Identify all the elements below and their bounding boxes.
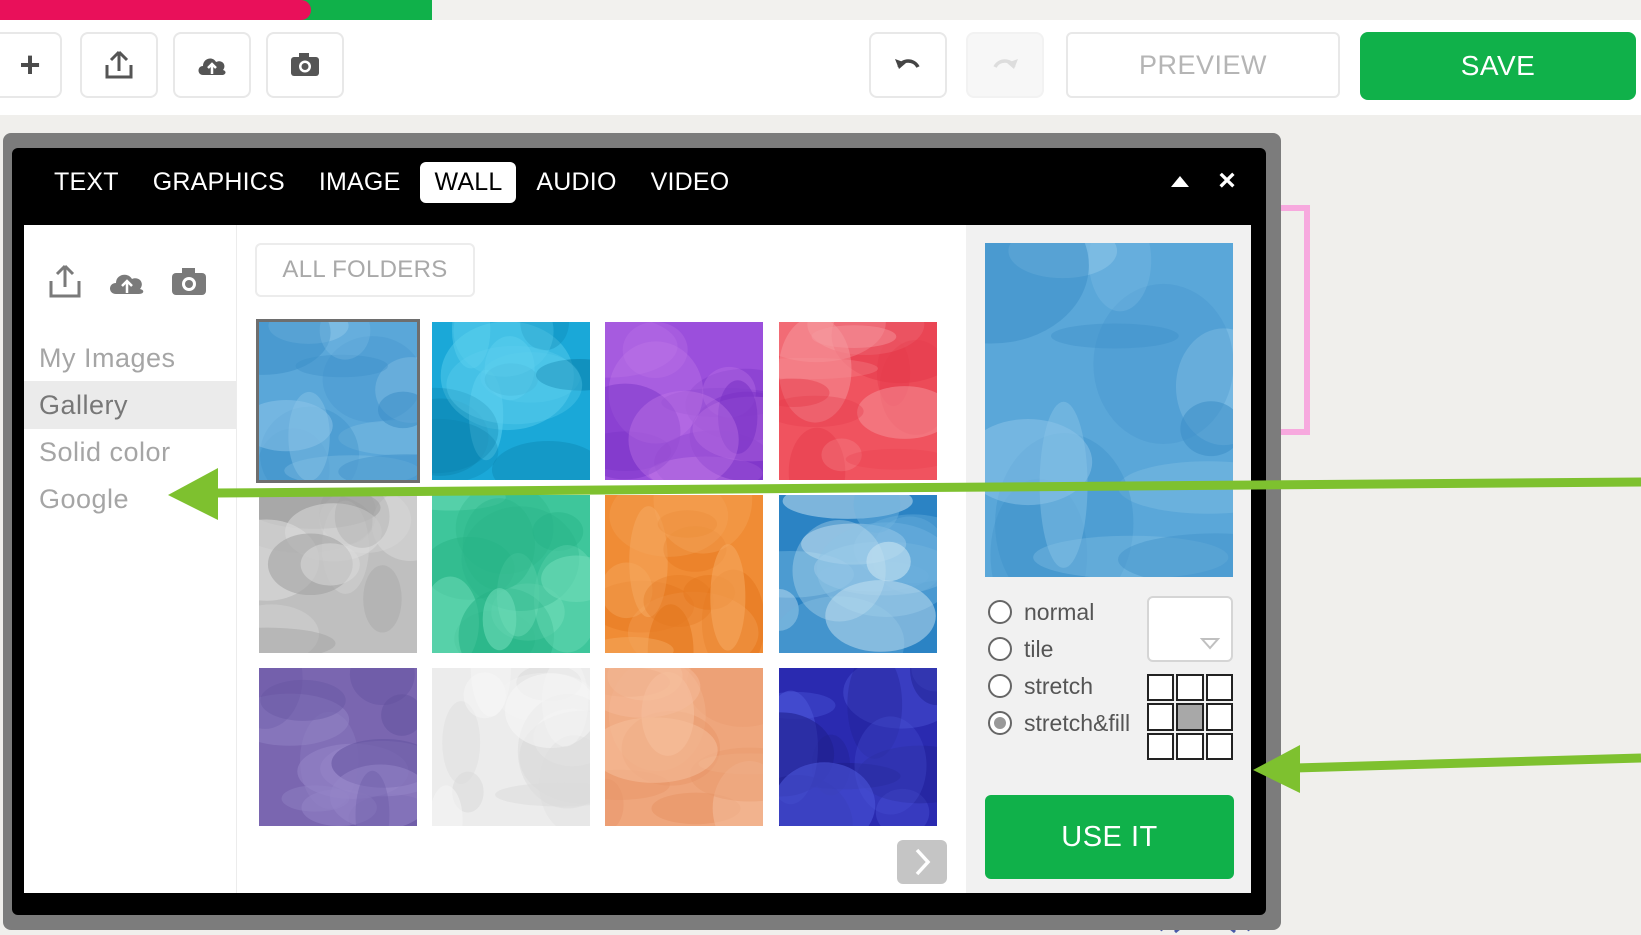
mode-tile[interactable]: tile bbox=[988, 632, 1053, 666]
gallery-thumb-navy-confetti[interactable] bbox=[779, 668, 937, 826]
all-folders-button[interactable]: ALL FOLDERS bbox=[255, 243, 475, 297]
progress-fill bbox=[0, 0, 312, 20]
gallery-thumb-purple-watercolor[interactable] bbox=[605, 322, 763, 480]
source-gallery[interactable]: Gallery bbox=[24, 381, 236, 429]
mode-normal-label: normal bbox=[1024, 598, 1095, 625]
source-solid-color[interactable]: Solid color bbox=[24, 428, 236, 476]
gallery-thumb-teal-marble[interactable] bbox=[432, 322, 590, 480]
tab-text[interactable]: TEXT bbox=[40, 162, 133, 203]
source-my-images[interactable]: My Images bbox=[24, 334, 236, 382]
tab-wall[interactable]: WALL bbox=[420, 161, 517, 203]
collapse-button[interactable] bbox=[1165, 166, 1195, 196]
wall-preview-image bbox=[985, 243, 1233, 577]
camera-icon bbox=[172, 268, 206, 295]
next-page-button[interactable] bbox=[897, 840, 947, 884]
background-color-picker[interactable] bbox=[1147, 596, 1233, 662]
gallery-thumb-violet-stripes[interactable] bbox=[259, 668, 417, 826]
radio-normal[interactable] bbox=[988, 600, 1012, 624]
gallery-thumb-orange-watercolor[interactable] bbox=[605, 495, 763, 653]
use-it-button[interactable]: USE IT bbox=[985, 795, 1234, 879]
gallery-thumb-peach-paper[interactable] bbox=[605, 668, 763, 826]
chevron-right-icon bbox=[915, 848, 931, 876]
cloud-upload-icon bbox=[198, 58, 226, 75]
align-top-left[interactable] bbox=[1147, 674, 1175, 702]
gallery-thumb-blue-wash[interactable] bbox=[779, 495, 937, 653]
triangle-up-icon bbox=[1171, 176, 1189, 187]
tab-image[interactable]: IMAGE bbox=[305, 162, 415, 203]
cloud-upload-icon bbox=[110, 274, 144, 294]
mode-stretch-fill-label: stretch&fill bbox=[1024, 709, 1131, 736]
gallery-thumb-white-paper[interactable] bbox=[432, 668, 590, 826]
gallery-thumb-grey-marble[interactable] bbox=[259, 495, 417, 653]
alignment-grid bbox=[1147, 674, 1233, 760]
dialog-tabs: TEXT GRAPHICS IMAGE WALL AUDIO VIDEO bbox=[40, 160, 749, 204]
upload-icon bbox=[49, 264, 81, 298]
gallery-thumb-red-watercolor[interactable] bbox=[779, 322, 937, 480]
align-center[interactable] bbox=[1176, 703, 1204, 731]
save-button[interactable]: SAVE bbox=[1360, 32, 1636, 100]
gallery-thumb-blue-watercolor[interactable] bbox=[256, 319, 420, 483]
tab-graphics[interactable]: GRAPHICS bbox=[139, 162, 299, 203]
mode-tile-label: tile bbox=[1024, 635, 1054, 662]
tab-video[interactable]: VIDEO bbox=[637, 162, 744, 203]
align-middle-right[interactable] bbox=[1205, 703, 1233, 731]
mode-stretch-fill[interactable]: stretch&fill bbox=[988, 706, 1130, 740]
close-button[interactable]: × bbox=[1212, 164, 1242, 198]
align-top-center[interactable] bbox=[1176, 674, 1204, 702]
align-bottom-center[interactable] bbox=[1176, 732, 1204, 760]
cloud-upload-button[interactable] bbox=[173, 32, 251, 98]
source-upload-button[interactable] bbox=[43, 262, 87, 302]
gallery-thumb-green-watercolor[interactable] bbox=[432, 495, 590, 653]
source-cloud-button[interactable] bbox=[105, 262, 149, 302]
mode-stretch[interactable]: stretch bbox=[988, 669, 1093, 703]
progress-bar bbox=[0, 0, 432, 20]
align-bottom-left[interactable] bbox=[1147, 732, 1175, 760]
undo-icon bbox=[895, 59, 920, 69]
mode-stretch-label: stretch bbox=[1024, 672, 1094, 699]
radio-stretch-fill[interactable] bbox=[988, 711, 1012, 735]
redo-icon bbox=[993, 59, 1018, 69]
redo-button[interactable] bbox=[966, 32, 1044, 98]
camera-icon bbox=[291, 53, 319, 76]
align-bottom-right[interactable] bbox=[1205, 732, 1233, 760]
tab-audio[interactable]: AUDIO bbox=[522, 162, 630, 203]
triangle-down-icon bbox=[1199, 638, 1221, 650]
preview-button[interactable]: PREVIEW bbox=[1066, 32, 1340, 98]
source-camera-button[interactable] bbox=[167, 262, 211, 302]
add-button[interactable]: + bbox=[0, 32, 62, 98]
upload-icon bbox=[105, 50, 133, 79]
plus-icon: + bbox=[19, 44, 41, 85]
align-middle-left[interactable] bbox=[1147, 703, 1175, 731]
radio-tile[interactable] bbox=[988, 637, 1012, 661]
radio-checked-dot bbox=[994, 717, 1006, 729]
source-google[interactable]: Google bbox=[24, 475, 236, 523]
close-icon: × bbox=[1218, 164, 1236, 197]
align-top-right[interactable] bbox=[1205, 674, 1233, 702]
undo-button[interactable] bbox=[869, 32, 947, 98]
mode-normal[interactable]: normal bbox=[988, 595, 1094, 629]
camera-button[interactable] bbox=[266, 32, 344, 98]
radio-stretch[interactable] bbox=[988, 674, 1012, 698]
source-panel bbox=[24, 225, 237, 893]
upload-button[interactable] bbox=[80, 32, 158, 98]
